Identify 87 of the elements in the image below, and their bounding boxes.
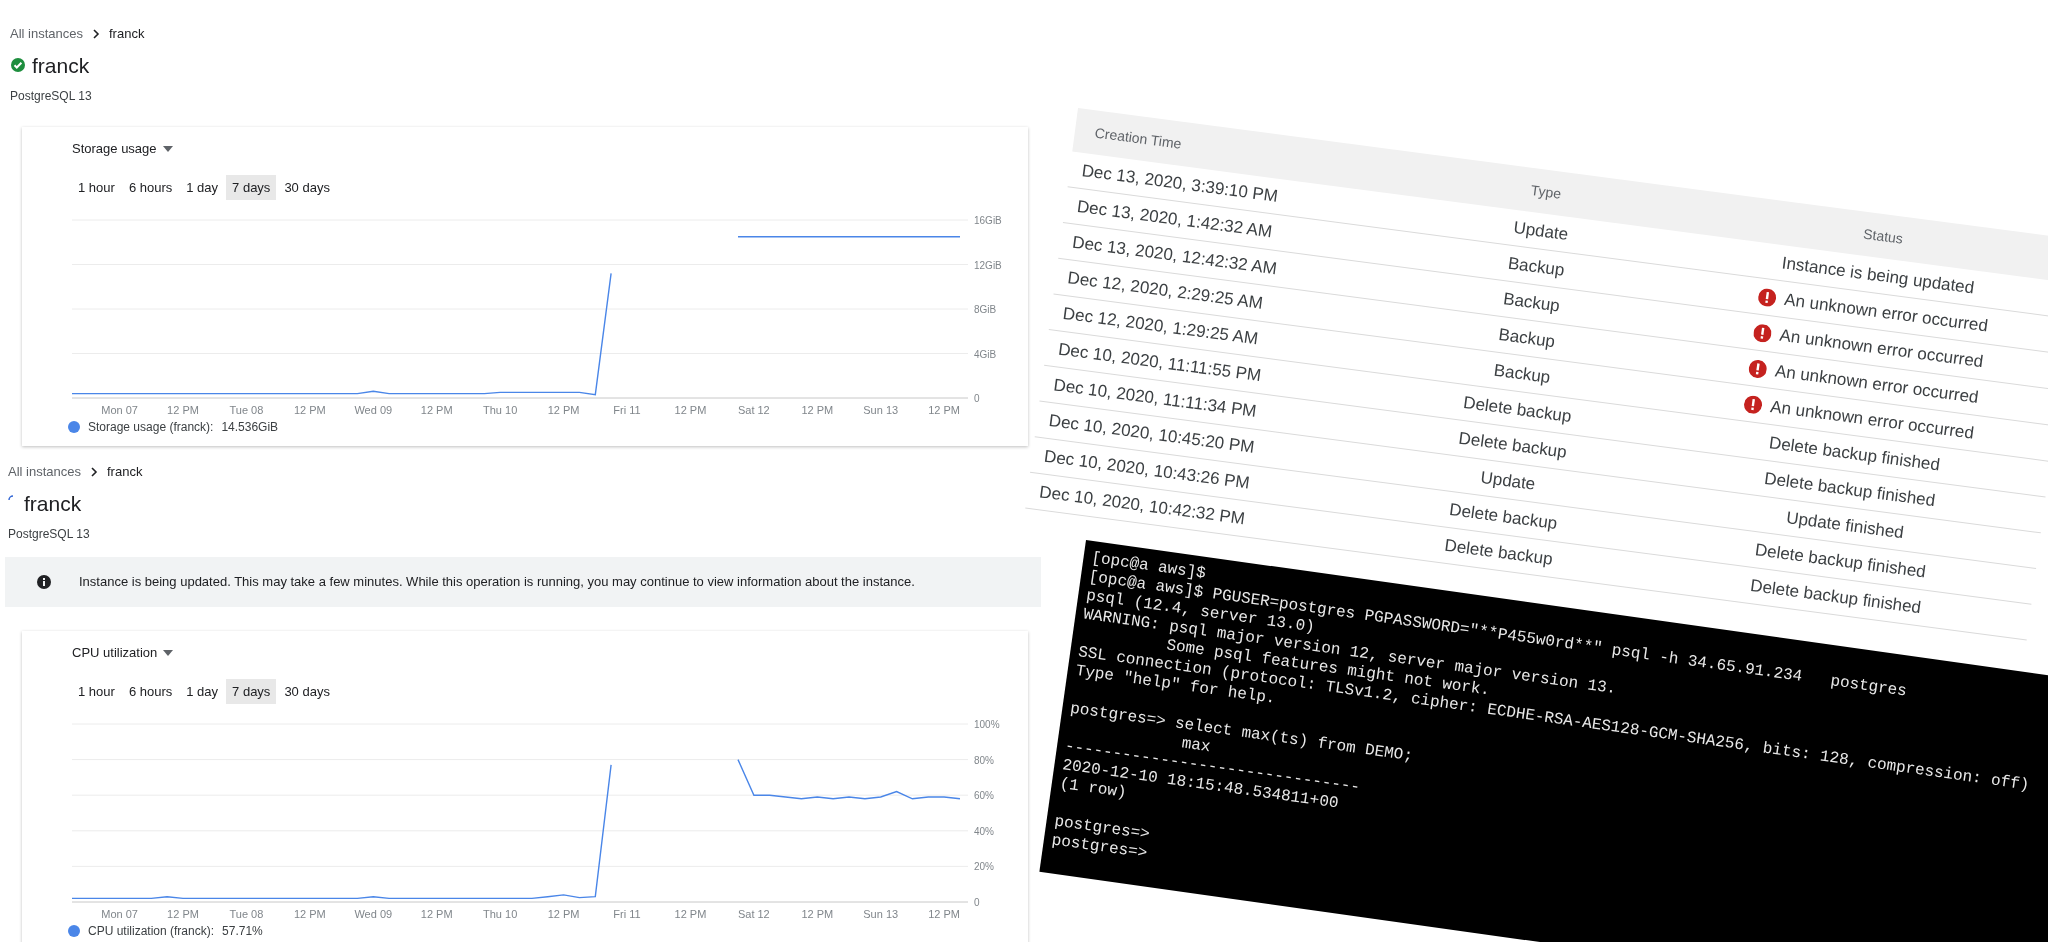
caret-icon xyxy=(163,649,174,656)
time-range-tab[interactable]: 7 days xyxy=(226,174,277,200)
x-axis-label: 12 PM xyxy=(293,404,326,416)
x-axis-label: 12 PM xyxy=(293,908,326,920)
table-cell-text: Update xyxy=(1478,466,1538,496)
info-icon xyxy=(37,575,51,589)
x-axis-label: 12 PM xyxy=(674,908,707,920)
x-axis-label: 12 PM xyxy=(801,908,834,920)
banner-message: Instance is being updated. This may take a few minutes. While this operation is running, you may continue to view information about the instance. xyxy=(79,573,915,592)
time-range-tab[interactable]: 30 days xyxy=(278,174,336,200)
chevron-right-icon xyxy=(89,466,99,477)
y-axis-label: 40% xyxy=(974,825,994,837)
table-cell-text: Backup xyxy=(1501,288,1562,318)
time-range-tab[interactable]: 1 day xyxy=(180,174,225,200)
x-axis-label: 12 PM xyxy=(928,908,961,920)
x-axis-label: 12 PM xyxy=(420,404,453,416)
x-axis-label: Tue 08 xyxy=(229,908,264,920)
y-axis-label: 0 xyxy=(974,393,980,404)
table-cell-text: Delete backup xyxy=(1461,391,1574,428)
table-cell-text: Update finished xyxy=(1784,506,1906,543)
x-axis-label: Thu 10 xyxy=(483,404,518,416)
y-axis-label: 4GiB xyxy=(974,348,997,360)
y-axis-label: 20% xyxy=(974,861,994,873)
error-icon xyxy=(1743,394,1764,415)
x-axis-label: 12 PM xyxy=(547,908,580,920)
y-axis-label: 16GiB xyxy=(974,215,1002,226)
x-axis-label: Mon 07 xyxy=(101,908,138,920)
time-range-tab[interactable]: 1 hour xyxy=(72,678,121,704)
error-icon xyxy=(1748,358,1769,379)
time-range-tab[interactable]: 1 day xyxy=(180,678,225,704)
x-axis-label: 12 PM xyxy=(167,908,199,920)
metric-dropdown[interactable]: CPU utilization xyxy=(72,643,174,663)
x-axis-label: Tue 08 xyxy=(229,404,264,416)
x-axis-label: Fri 11 xyxy=(613,404,641,416)
table-cell-text: Backup xyxy=(1496,323,1558,353)
x-axis-label: Wed 09 xyxy=(354,908,393,920)
y-axis-label: 12GiB xyxy=(974,259,1002,271)
time-range-tab[interactable]: 7 days xyxy=(226,678,277,704)
x-axis-label: Fri 11 xyxy=(613,908,641,920)
y-axis-label: 60% xyxy=(974,790,994,802)
legend-label: CPU utilization (franck): xyxy=(88,923,215,940)
time-range-tab[interactable]: 6 hours xyxy=(122,678,179,704)
table-cell-text: Backup xyxy=(1491,359,1553,389)
breadcrumb-current: franck xyxy=(109,25,145,43)
x-axis-label: Sun 13 xyxy=(863,404,899,416)
legend-value: 57.71% xyxy=(222,923,263,940)
x-axis-label: 12 PM xyxy=(547,404,580,416)
time-range-tab[interactable]: 1 hour xyxy=(72,174,121,200)
table-cell-text: Delete backup xyxy=(1442,534,1555,571)
x-axis-label: 12 PM xyxy=(801,404,834,416)
time-range-tab[interactable]: 30 days xyxy=(278,678,336,704)
x-axis-label: Mon 07 xyxy=(101,404,138,416)
x-axis-label: 12 PM xyxy=(167,404,199,416)
breadcrumb-link[interactable]: All instances xyxy=(10,24,83,44)
x-axis-label: Sat 12 xyxy=(737,404,770,416)
y-axis-label: 100% xyxy=(974,719,1000,730)
metric-dropdown[interactable]: Storage usage xyxy=(72,139,173,159)
x-axis-label: 12 PM xyxy=(420,908,453,920)
error-icon xyxy=(1752,322,1774,343)
table-cell-text: Delete backup xyxy=(1447,498,1560,535)
chevron-right-icon xyxy=(91,28,101,39)
instance-version: PostgreSQL 13 xyxy=(8,526,91,543)
table-cell-text: Update xyxy=(1511,216,1571,246)
table-cell-text: Backup xyxy=(1505,252,1567,282)
column-header: Status xyxy=(1861,224,1905,249)
instance-version: PostgreSQL 13 xyxy=(10,88,93,105)
column-header: Type xyxy=(1529,180,1564,204)
legend-label: Storage usage (franck): xyxy=(88,419,214,436)
breadcrumb-current: franck xyxy=(107,463,143,481)
x-axis-label: Wed 09 xyxy=(354,404,393,416)
x-axis-label: 12 PM xyxy=(928,404,961,416)
x-axis-label: 12 PM xyxy=(674,404,707,416)
time-range-tab[interactable]: 6 hours xyxy=(122,174,179,200)
x-axis-label: Thu 10 xyxy=(483,908,518,920)
y-axis-label: 0 xyxy=(974,897,980,908)
legend-value: 14.536GiB xyxy=(221,419,279,436)
breadcrumb-link[interactable]: All instances xyxy=(8,462,81,482)
table-cell-text: Delete backup xyxy=(1456,427,1569,464)
y-axis-label: 8GiB xyxy=(974,304,997,315)
x-axis-label: Sat 12 xyxy=(737,908,770,920)
caret-icon xyxy=(162,145,173,152)
x-axis-label: Sun 13 xyxy=(863,908,899,920)
instance-title: franck xyxy=(24,490,82,517)
y-axis-label: 80% xyxy=(974,754,994,766)
error-icon xyxy=(1757,287,1778,308)
instance-title: franck xyxy=(32,52,90,79)
column-header: Creation Time xyxy=(1093,123,1184,154)
